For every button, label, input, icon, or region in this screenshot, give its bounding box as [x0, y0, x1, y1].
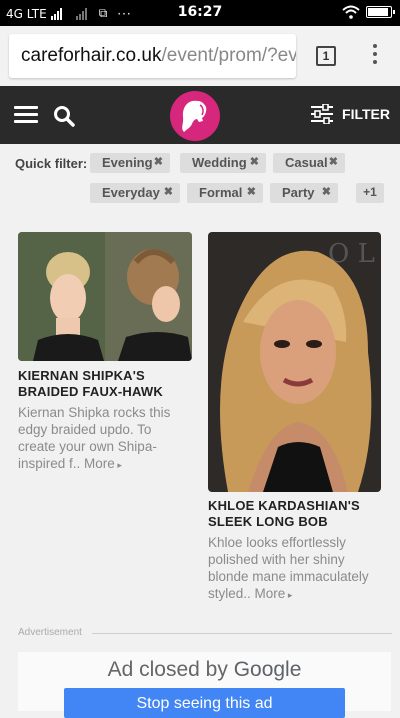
- clock: 16:27: [177, 4, 223, 20]
- filter-button[interactable]: FILTER: [310, 104, 390, 124]
- article-excerpt: Kiernan Shipka rocks this edgy braided u…: [18, 405, 171, 471]
- filter-chip-casual[interactable]: Casual ✖: [273, 153, 345, 173]
- stop-seeing-ad-button[interactable]: Stop seeing this ad: [64, 688, 345, 718]
- url-field[interactable]: careforhair.co.uk/event/prom/?ev: [9, 34, 296, 78]
- tab-switcher-button[interactable]: 1: [316, 46, 336, 66]
- menu-icon[interactable]: [14, 106, 38, 124]
- chip-label: Casual: [285, 155, 328, 170]
- chip-label: Evening: [102, 155, 153, 170]
- divider: [92, 633, 392, 634]
- article-card[interactable]: KIERNAN SHIPKA'S BRAIDED FAUX-HAWK Kierna…: [18, 232, 192, 472]
- filter-chip-party[interactable]: Party ✖: [270, 183, 338, 203]
- browser-menu-button[interactable]: [365, 44, 385, 68]
- quick-filter-bar: Quick filter: Evening ✖ Wedding ✖ Casual ✖ …: [0, 144, 400, 214]
- close-icon[interactable]: ✖: [322, 185, 331, 198]
- site-header: FILTER: [0, 86, 400, 144]
- article-excerpt: Khloe looks effortlessly polished with h…: [208, 535, 369, 601]
- more-link[interactable]: More ▸: [255, 586, 293, 601]
- article-card[interactable]: O L KHLOE KARDASHIAN'S SLEEK LONG BOB Khl…: [208, 232, 381, 602]
- url-path: /event/prom/?ev: [161, 45, 296, 66]
- more-link[interactable]: More ▸: [84, 456, 122, 471]
- search-icon[interactable]: [53, 105, 75, 127]
- article-image[interactable]: O L: [208, 232, 381, 492]
- advertisement-label: Advertisement: [18, 627, 82, 638]
- close-icon[interactable]: ✖: [164, 185, 173, 198]
- google-wordmark: Google: [233, 658, 302, 681]
- site-logo[interactable]: [170, 91, 220, 141]
- url-domain: careforhair.co.uk: [21, 45, 162, 66]
- article-title[interactable]: KHLOE KARDASHIAN'S SLEEK LONG BOB: [208, 498, 360, 530]
- close-icon[interactable]: ✖: [329, 155, 338, 168]
- status-bar: 4G LTE ⧉ ··· 16:27: [0, 0, 400, 26]
- ad-closed-message: Ad closed by Google: [107, 658, 302, 681]
- browser-toolbar: careforhair.co.uk/event/prom/?ev 1: [0, 26, 400, 86]
- hair-silhouette-icon: [182, 100, 207, 132]
- battery-icon: [366, 6, 395, 18]
- article-title[interactable]: KIERNAN SHIPKA'S BRAIDED FAUX-HAWK: [18, 368, 163, 400]
- ad-container: Ad closed by Google Stop seeing this ad: [18, 652, 391, 718]
- more-filters-button[interactable]: +1: [356, 183, 384, 203]
- filter-chip-wedding[interactable]: Wedding ✖: [180, 153, 266, 173]
- chip-label: Wedding: [192, 155, 247, 170]
- caret-right-icon: ▸: [114, 460, 122, 470]
- sliders-icon: [311, 104, 334, 124]
- close-icon[interactable]: ✖: [247, 185, 256, 198]
- article-image[interactable]: [18, 232, 192, 361]
- close-icon[interactable]: ✖: [250, 155, 259, 168]
- filter-chip-evening[interactable]: Evening ✖: [90, 153, 170, 173]
- caret-right-icon: ▸: [285, 590, 293, 600]
- wifi-icon: [342, 5, 360, 19]
- chip-label: Party: [282, 185, 315, 200]
- chip-label: Formal: [199, 185, 243, 200]
- close-icon[interactable]: ✖: [154, 155, 163, 168]
- quick-filter-label: Quick filter:: [15, 156, 88, 171]
- chip-label: Everyday: [102, 185, 160, 200]
- filter-chip-everyday[interactable]: Everyday ✖: [90, 183, 180, 203]
- filter-label: FILTER: [342, 106, 390, 122]
- filter-chip-formal[interactable]: Formal ✖: [187, 183, 263, 203]
